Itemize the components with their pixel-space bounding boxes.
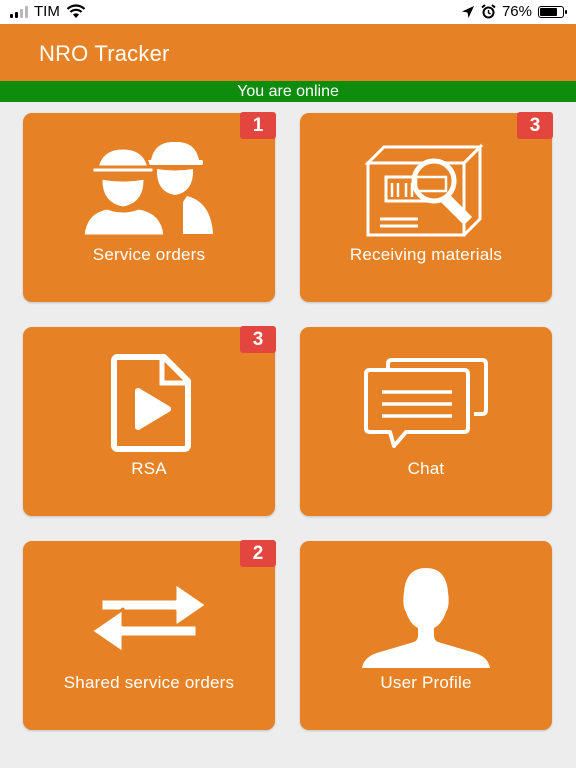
signal-icon bbox=[10, 5, 28, 18]
user-profile-tile[interactable]: User Profile bbox=[300, 541, 552, 730]
notification-badge: 3 bbox=[517, 112, 553, 139]
online-banner: You are online bbox=[0, 81, 576, 102]
notification-badge: 2 bbox=[240, 540, 276, 567]
box-search-icon bbox=[364, 143, 484, 237]
tile-label: Service orders bbox=[92, 245, 206, 264]
location-arrow-icon bbox=[461, 5, 474, 18]
tile-label: Receiving materials bbox=[349, 245, 503, 264]
shared-service-orders-tile[interactable]: Shared service orders 2 bbox=[23, 540, 276, 730]
receiving-materials-tile[interactable]: Receiving materials 3 bbox=[300, 112, 553, 302]
user-icon bbox=[362, 568, 490, 668]
video-file-icon bbox=[111, 354, 191, 452]
status-bar: TIM 76% bbox=[0, 0, 576, 24]
exchange-arrows-icon bbox=[89, 581, 209, 655]
wifi-icon bbox=[66, 4, 86, 18]
tile-label: Shared service orders bbox=[63, 673, 235, 692]
notification-badge: 1 bbox=[240, 112, 276, 139]
chat-tile[interactable]: Chat bbox=[300, 327, 552, 516]
alarm-icon bbox=[481, 4, 496, 19]
tile-label: RSA bbox=[131, 459, 167, 478]
app-bar: NRO Tracker bbox=[0, 24, 576, 81]
tile-label: Chat bbox=[407, 459, 445, 478]
battery-icon bbox=[538, 5, 567, 18]
notification-badge: 3 bbox=[240, 326, 276, 353]
service-orders-tile[interactable]: Service orders 1 bbox=[23, 112, 276, 302]
app-title: NRO Tracker bbox=[39, 41, 170, 66]
chat-icon bbox=[364, 358, 488, 448]
carrier-name: TIM bbox=[34, 3, 60, 20]
tile-label: User Profile bbox=[380, 673, 472, 692]
workers-icon bbox=[81, 142, 213, 236]
rsa-tile[interactable]: RSA 3 bbox=[23, 326, 276, 516]
battery-percent: 76% bbox=[501, 3, 532, 20]
